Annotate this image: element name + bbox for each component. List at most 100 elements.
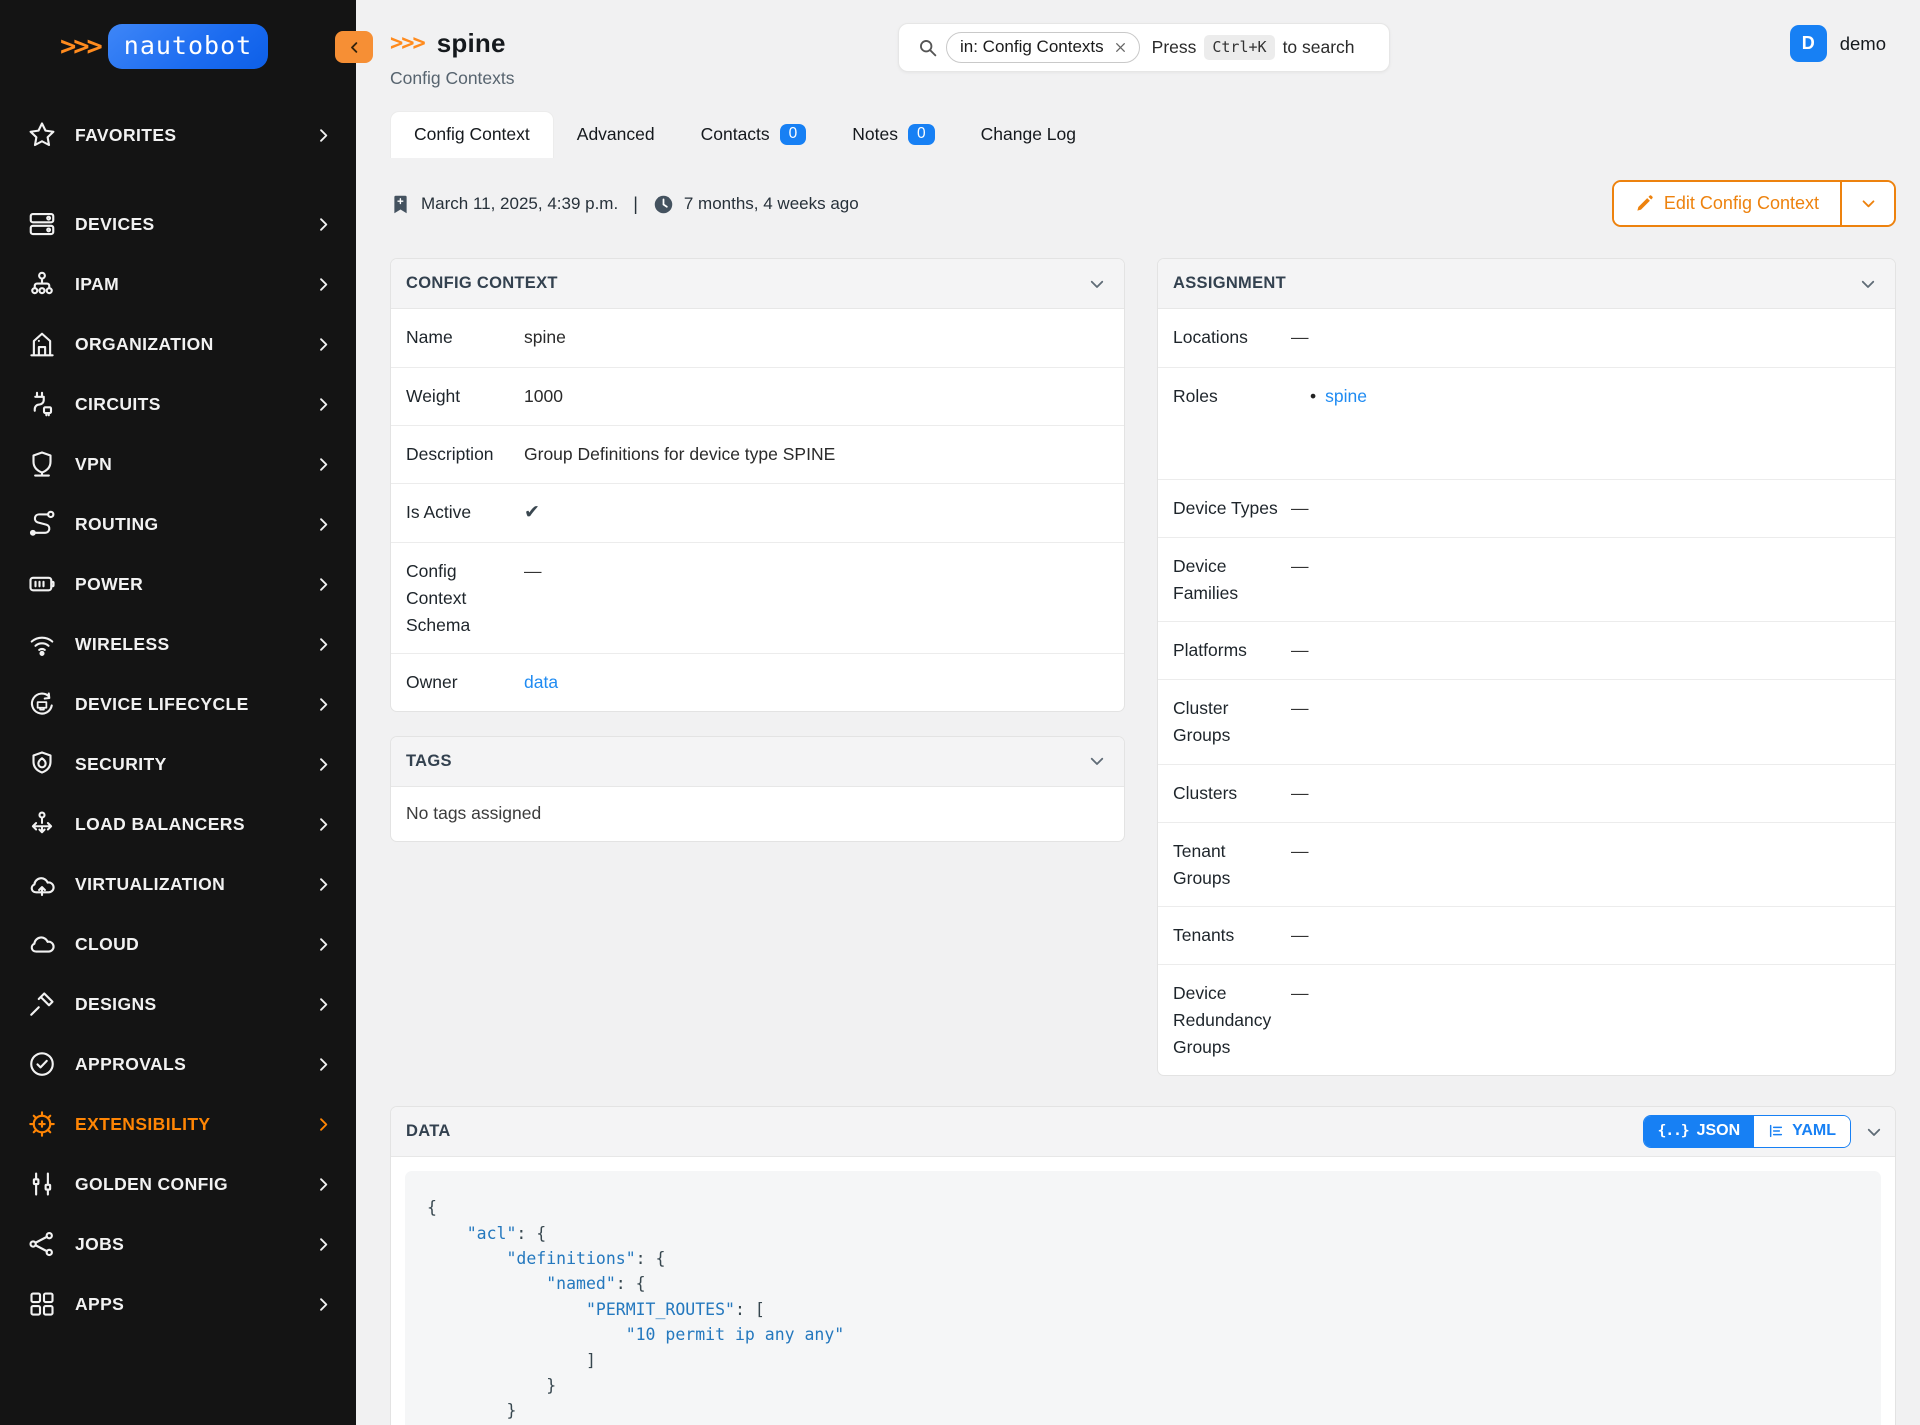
field-label: Tenant Groups [1173, 823, 1291, 906]
sidebar-item-virtualization[interactable]: VIRTUALIZATION [0, 854, 356, 914]
field-label: Locations [1173, 309, 1291, 365]
chevron-right-icon [315, 1176, 332, 1193]
tab-contacts[interactable]: Contacts0 [678, 112, 830, 158]
sidebar-item-device-lifecycle[interactable]: DEVICE LIFECYCLE [0, 674, 356, 734]
sidebar: >>> nautobot FAVORITES DEVICESIPAM ORGANIZ… [0, 0, 356, 1425]
routing-icon [26, 508, 58, 540]
sidebar-item-ipam[interactable]: IPAM [0, 254, 356, 314]
cloud-icon [26, 928, 58, 960]
chevron-right-icon [315, 576, 332, 593]
virtualization-icon [26, 868, 58, 900]
sidebar-item-organization[interactable]: ORGANIZATION [0, 314, 356, 374]
avatar: D [1790, 25, 1827, 62]
sidebar-item-label: ROUTING [75, 514, 159, 535]
sidebar-item-label: FAVORITES [75, 125, 176, 146]
sidebar-item-label: ORGANIZATION [75, 334, 214, 355]
code-line: } [427, 1373, 1859, 1398]
data-panel: DATA {..} JSON YAML [390, 1106, 1896, 1425]
assignment-rows: Locations—Roles•spineDevice Types—Device… [1158, 309, 1895, 1075]
sidebar-item-routing[interactable]: ROUTING [0, 494, 356, 554]
sidebar-item-load-balancers[interactable]: LOAD BALANCERS [0, 794, 356, 854]
sidebar-item-favorites[interactable]: FAVORITES [0, 105, 356, 165]
collapse-panel-icon[interactable] [1859, 275, 1877, 293]
value-link[interactable]: spine [1325, 386, 1367, 406]
config-context-panel: CONFIG CONTEXT NamespineWeight1000Descri… [390, 258, 1125, 712]
global-search-input[interactable]: in: Config Contexts Press Ctrl+K to sear… [898, 23, 1390, 72]
field-label: Weight [406, 368, 524, 424]
chevron-right-icon [315, 1116, 332, 1133]
sidebar-item-jobs[interactable]: JOBS [0, 1214, 356, 1274]
code-line: "10 permit ip any any" [427, 1322, 1859, 1347]
field-value: — [524, 543, 1109, 598]
jobs-icon [26, 1228, 58, 1260]
field-row-config-context-schema: Config Context Schema— [391, 542, 1124, 653]
golden-config-icon [26, 1168, 58, 1200]
bookmark-icon [390, 194, 411, 215]
sidebar-item-vpn[interactable]: VPN [0, 434, 356, 494]
code-line: "acl": { [427, 1221, 1859, 1246]
json-toggle-button[interactable]: {..} JSON [1644, 1116, 1755, 1147]
config-context-panel-header: CONFIG CONTEXT [391, 259, 1124, 309]
sidebar-item-wireless[interactable]: WIRELESS [0, 614, 356, 674]
field-value: — [1291, 309, 1880, 364]
value-link[interactable]: data [524, 672, 558, 692]
chevron-right-icon [315, 936, 332, 953]
field-label: Owner [406, 654, 524, 710]
tab-change-log[interactable]: Change Log [958, 112, 1099, 158]
field-row-clusters: Clusters— [1158, 764, 1895, 822]
yaml-toggle-button[interactable]: YAML [1754, 1116, 1850, 1147]
sidebar-item-circuits[interactable]: CIRCUITS [0, 374, 356, 434]
tab-advanced[interactable]: Advanced [554, 112, 678, 158]
sidebar-item-cloud[interactable]: CLOUD [0, 914, 356, 974]
tab-label: Notes [852, 124, 898, 145]
tab-notes[interactable]: Notes0 [829, 112, 957, 158]
collapse-panel-icon[interactable] [1865, 1123, 1883, 1141]
code-line: { [427, 1195, 1859, 1220]
sidebar-item-golden-config[interactable]: GOLDEN CONFIG [0, 1154, 356, 1214]
search-scope-label: in: Config Contexts [960, 37, 1104, 57]
field-value: Group Definitions for device type SPINE [524, 426, 1109, 481]
code-line: "definitions": { [427, 1246, 1859, 1271]
meta-separator: | [633, 194, 638, 215]
field-row-platforms: Platforms— [1158, 621, 1895, 679]
sidebar-item-apps[interactable]: APPS [0, 1274, 356, 1334]
chevron-left-icon [347, 40, 362, 55]
edit-config-context-button[interactable]: Edit Config Context [1614, 182, 1840, 225]
sidebar-item-designs[interactable]: DESIGNS [0, 974, 356, 1034]
tab-config-context[interactable]: Config Context [390, 111, 554, 158]
sidebar-item-devices[interactable]: DEVICES [0, 194, 356, 254]
collapse-panel-icon[interactable] [1088, 275, 1106, 293]
field-label: Clusters [1173, 765, 1291, 821]
search-scope-chip[interactable]: in: Config Contexts [946, 32, 1140, 63]
tags-panel: TAGS No tags assigned [390, 736, 1125, 842]
field-row-device-families: Device Families— [1158, 537, 1895, 621]
sidebar-item-label: VIRTUALIZATION [75, 874, 225, 895]
field-label: Is Active [406, 484, 524, 540]
edit-dropdown-button[interactable] [1840, 182, 1894, 225]
nautobot-logo[interactable]: >>> nautobot [0, 0, 356, 69]
code-line: "named": { [427, 1271, 1859, 1296]
sidebar-collapse-button[interactable] [335, 31, 373, 63]
user-menu[interactable]: D demo [1790, 25, 1886, 62]
wireless-icon [26, 628, 58, 660]
tab-label: Contacts [701, 124, 770, 145]
extensibility-icon [26, 1108, 58, 1140]
field-value: — [1291, 680, 1880, 735]
search-placeholder: Press Ctrl+K to search [1152, 35, 1355, 60]
chip-close-icon[interactable] [1114, 41, 1127, 54]
field-label: Description [406, 426, 524, 482]
field-row-device-types: Device Types— [1158, 479, 1895, 537]
field-value: — [1291, 823, 1880, 878]
sidebar-item-security[interactable]: SECURITY [0, 734, 356, 794]
ipam-icon [26, 268, 58, 300]
created-date: March 11, 2025, 4:39 p.m. [421, 194, 618, 214]
sidebar-item-label: VPN [75, 454, 112, 475]
field-value: — [1291, 538, 1880, 593]
circuits-icon [26, 388, 58, 420]
chevron-right-icon [315, 1296, 332, 1313]
json-code-block[interactable]: { "acl": { "definitions": { "named": { "… [405, 1171, 1881, 1425]
sidebar-item-extensibility[interactable]: EXTENSIBILITY [0, 1094, 356, 1154]
sidebar-item-approvals[interactable]: APPROVALS [0, 1034, 356, 1094]
collapse-panel-icon[interactable] [1088, 752, 1106, 770]
sidebar-item-power[interactable]: POWER [0, 554, 356, 614]
